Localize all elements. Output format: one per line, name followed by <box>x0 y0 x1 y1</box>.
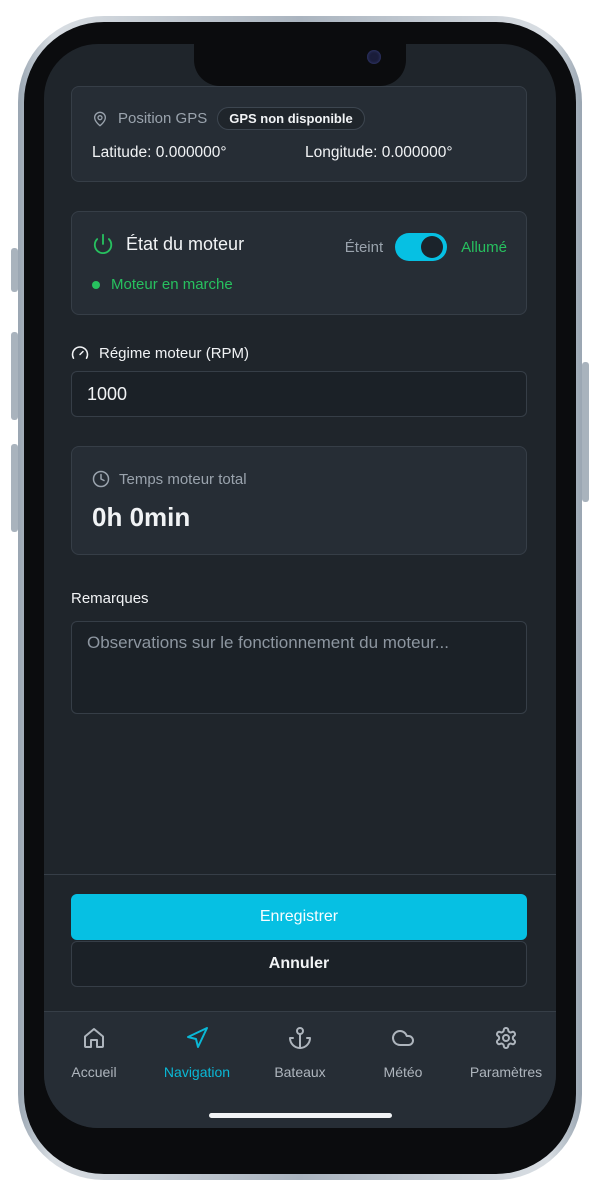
engine-off-label: Éteint <box>344 238 384 256</box>
navigation-icon <box>185 1026 209 1050</box>
engine-toggle[interactable] <box>395 233 448 261</box>
tab-navigation[interactable]: Navigation <box>142 1026 252 1080</box>
silent-switch <box>11 248 18 292</box>
engine-hours-label: Temps moteur total <box>119 470 247 488</box>
actions-divider <box>44 874 556 875</box>
engine-hours-value: 0h 0min <box>92 502 191 532</box>
save-button[interactable]: Enregistrer <box>71 894 527 940</box>
tab-meteo[interactable]: Météo <box>348 1026 458 1080</box>
tab-label: Navigation <box>163 1064 231 1080</box>
gear-icon <box>494 1026 518 1050</box>
gauge-icon <box>71 344 89 362</box>
engine-hours-card: Temps moteur total 0h 0min <box>71 446 527 555</box>
engine-on-label: Allumé <box>461 238 507 256</box>
remarks-textarea[interactable] <box>71 621 527 714</box>
cloud-icon <box>391 1026 415 1050</box>
notch <box>194 44 406 86</box>
tab-label: Accueil <box>71 1064 117 1080</box>
engine-state-title: État du moteur <box>126 233 245 254</box>
remarks-label: Remarques <box>71 590 149 607</box>
gps-header: Position GPS GPS non disponible <box>92 107 365 130</box>
volume-down-button <box>11 444 18 532</box>
home-icon <box>82 1026 106 1050</box>
anchor-icon <box>288 1026 312 1050</box>
screen: Position GPS GPS non disponible Latitude… <box>44 44 556 1128</box>
power-button <box>582 362 589 502</box>
camera-icon <box>367 50 381 64</box>
latitude-value: Latitude: 0.000000° <box>92 144 227 161</box>
gps-status-badge: GPS non disponible <box>217 107 365 130</box>
engine-state-card: État du moteur Éteint Allumé Moteur en m… <box>71 211 527 315</box>
map-pin-icon <box>92 110 108 128</box>
tab-label: Bateaux <box>274 1064 326 1080</box>
engine-hours-header: Temps moteur total <box>92 470 247 488</box>
engine-status-text: Moteur en marche <box>111 276 233 293</box>
rpm-label: Régime moteur (RPM) <box>71 344 249 362</box>
engine-status: Moteur en marche <box>92 276 233 293</box>
tab-parametres[interactable]: Paramètres <box>451 1026 556 1080</box>
cancel-button[interactable]: Annuler <box>71 941 527 987</box>
gps-card: Position GPS GPS non disponible Latitude… <box>71 86 527 182</box>
longitude-value: Longitude: 0.000000° <box>305 144 453 161</box>
tab-label: Météo <box>383 1064 423 1080</box>
rpm-input[interactable] <box>71 371 527 417</box>
toggle-knob <box>421 236 444 258</box>
volume-up-button <box>11 332 18 420</box>
engine-switch-group: Éteint Allumé <box>345 233 507 261</box>
bottom-tab-bar: Accueil Navigation Bateaux Météo Paramèt… <box>44 1011 556 1128</box>
tab-label: Paramètres <box>469 1064 543 1080</box>
tab-accueil[interactable]: Accueil <box>44 1026 149 1080</box>
engine-state-header: État du moteur <box>92 233 244 255</box>
rpm-label-text: Régime moteur (RPM) <box>99 344 250 362</box>
tab-bateaux[interactable]: Bateaux <box>245 1026 355 1080</box>
clock-icon <box>92 470 110 488</box>
home-indicator <box>209 1113 392 1118</box>
status-dot-icon <box>92 280 100 289</box>
gps-label: Position GPS <box>118 110 208 127</box>
power-icon <box>92 233 114 255</box>
